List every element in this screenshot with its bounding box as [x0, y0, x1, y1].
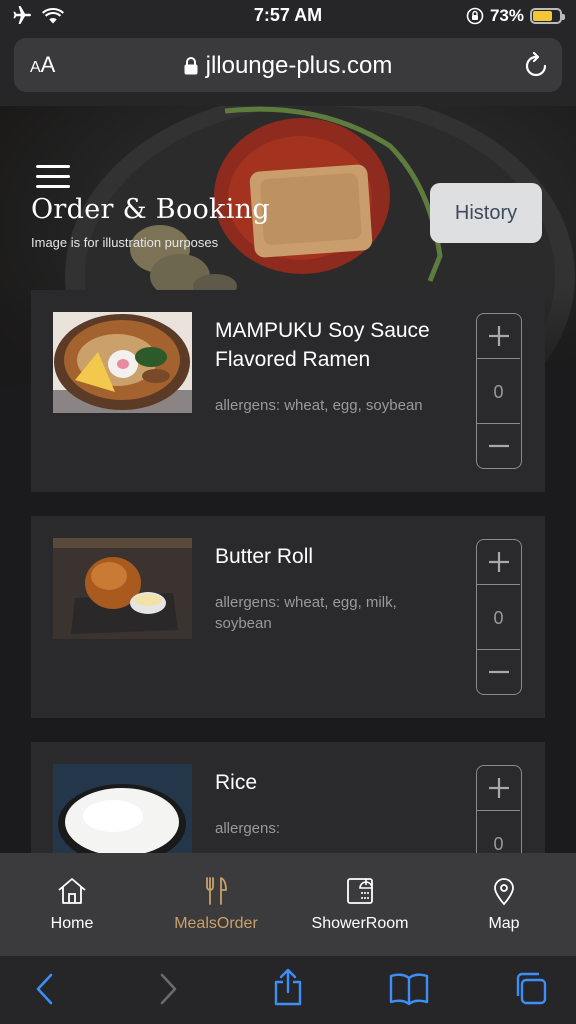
reload-icon[interactable] [524, 52, 548, 78]
minus-icon [488, 670, 509, 674]
battery-percent: 73% [489, 6, 524, 25]
nav-label: ShowerRoom [311, 915, 409, 932]
page-title: Order & Booking [31, 194, 270, 225]
url-text: jllounge-plus.com [205, 52, 393, 79]
status-bar: 7:57 AM 73% [0, 0, 576, 34]
increment-button[interactable] [477, 314, 520, 359]
status-icons-right: 73% [466, 6, 565, 26]
fork-knife-icon [206, 877, 227, 905]
menu-icon[interactable] [36, 165, 72, 189]
battery-icon [530, 8, 565, 24]
menu-item-image [53, 538, 192, 639]
page-subtitle: Image is for illustration purposes [31, 235, 219, 250]
history-button[interactable]: History [430, 183, 542, 243]
quantity-value: 0 [493, 608, 504, 628]
home-icon [58, 878, 86, 904]
nav-item-showerroom[interactable]: ShowerRoom [288, 853, 432, 956]
decrement-button[interactable] [477, 423, 520, 468]
plus-icon [488, 778, 509, 798]
menu-item-name: Butter Roll [215, 545, 314, 568]
share-icon[interactable] [272, 968, 304, 1006]
quantity-stepper: 0 [476, 539, 522, 695]
decrement-button[interactable] [477, 649, 520, 694]
url-display[interactable]: jllounge-plus.com [14, 52, 562, 80]
menu-item-card: MAMPUKU Soy Sauce Flavored Ramen allerge… [31, 290, 545, 492]
menu-item-allergens: allergens: wheat, egg, soybean [215, 397, 423, 414]
nav-label: MealsOrder [174, 915, 258, 932]
nav-label: Home [50, 915, 94, 932]
plus-icon [488, 552, 509, 572]
nav-item-mealsorder[interactable]: MealsOrder [144, 853, 288, 956]
bottom-navigation: Home MealsOrder ShowerRoom Map [0, 853, 576, 956]
back-icon[interactable] [34, 972, 56, 1006]
shower-icon [347, 878, 373, 904]
tabs-icon[interactable] [512, 970, 548, 1006]
quantity-value: 0 [493, 382, 504, 402]
address-bar[interactable]: AA jllounge-plus.com [14, 38, 562, 92]
menu-item-name: MAMPUKU Soy Sauce Flavored Ramen [215, 319, 430, 371]
menu-item-name: Rice [215, 771, 258, 794]
lock-icon [184, 57, 198, 75]
forward-icon[interactable] [157, 972, 179, 1006]
increment-button[interactable] [477, 766, 520, 811]
menu-item-card: Butter Roll allergens: wheat, egg, milk,… [31, 516, 545, 718]
menu-item-image [53, 312, 192, 413]
map-pin-icon [494, 878, 514, 906]
nav-item-map[interactable]: Map [432, 853, 576, 956]
increment-button[interactable] [477, 540, 520, 585]
orientation-lock-icon [466, 7, 484, 25]
bookmarks-icon[interactable] [389, 972, 429, 1006]
plus-icon [488, 326, 509, 346]
nav-label: Map [488, 915, 520, 932]
menu-item-allergens: allergens: [215, 820, 281, 837]
menu-item-allergens: allergens: wheat, egg, milk, soybean [215, 594, 397, 632]
browser-address-area: AA jllounge-plus.com [0, 34, 576, 106]
menu-item-image [53, 764, 192, 865]
browser-toolbar [0, 956, 576, 1024]
quantity-stepper: 0 [476, 313, 522, 469]
nav-item-home[interactable]: Home [0, 853, 144, 956]
minus-icon [488, 444, 509, 448]
